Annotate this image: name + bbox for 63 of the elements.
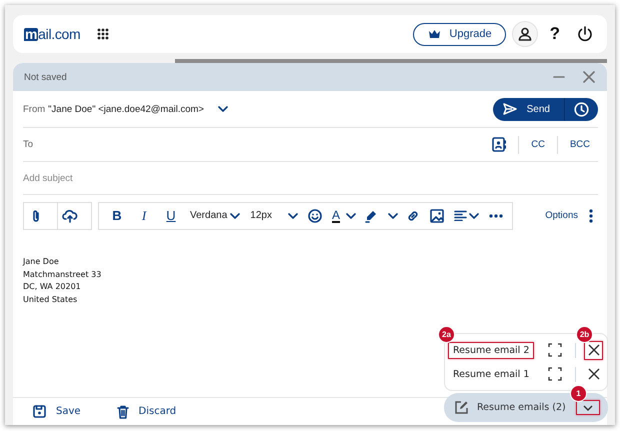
signature-line: DC, WA 20201	[23, 281, 82, 293]
resume-emails-button[interactable]: Resume emails (2)	[454, 400, 566, 415]
align-button[interactable]	[454, 210, 479, 221]
close-button[interactable]	[584, 340, 603, 360]
user-icon	[518, 27, 532, 41]
chevron-down-icon[interactable]	[288, 212, 298, 218]
close-icon	[588, 344, 600, 356]
paperclip-icon	[30, 208, 41, 222]
contact-card-icon[interactable]	[492, 137, 506, 152]
upgrade-button[interactable]: Upgrade	[413, 22, 506, 46]
help-button[interactable]: ?	[550, 24, 560, 44]
draft-status: Not saved	[24, 72, 67, 82]
power-icon[interactable]	[577, 26, 593, 42]
save-button[interactable]: Save	[33, 405, 81, 418]
chevron-down-icon[interactable]	[388, 212, 398, 218]
signature-line: United States	[23, 294, 78, 306]
link-button[interactable]	[406, 208, 420, 222]
from-label: From	[23, 104, 46, 114]
bold-button[interactable]: B	[109, 208, 125, 223]
close-icon[interactable]	[583, 71, 595, 83]
kebab-menu-icon[interactable]	[589, 208, 593, 222]
edit-icon	[454, 400, 469, 415]
marker-icon	[364, 208, 378, 222]
size-dropdown[interactable]: 12px	[250, 210, 298, 221]
font-dropdown[interactable]: Verdana	[190, 210, 240, 221]
resume-draft-item[interactable]: Resume email 2	[448, 342, 534, 358]
highlight-button[interactable]	[364, 208, 378, 222]
signature-line: Matchmanstreet 33	[23, 268, 102, 280]
italic-button[interactable]: I	[136, 208, 152, 224]
image-button[interactable]	[430, 208, 444, 222]
resume-draft-item[interactable]: Resume email 1	[448, 366, 534, 382]
expand-icon[interactable]	[548, 343, 562, 357]
expand-icon[interactable]	[548, 367, 562, 381]
more-icon[interactable]	[488, 214, 503, 218]
apps-grid-icon[interactable]	[97, 28, 110, 40]
discard-button[interactable]: Discard	[116, 404, 176, 418]
smiley-icon	[308, 208, 322, 222]
logo[interactable]: mail.com	[24, 26, 80, 42]
image-icon	[430, 208, 444, 222]
signature-line: Jane Doe	[23, 256, 60, 268]
send-icon	[502, 103, 517, 115]
bcc-button[interactable]: BCC	[570, 139, 590, 150]
chevron-down-icon	[583, 404, 593, 410]
cc-button[interactable]: CC	[531, 139, 545, 150]
close-icon	[588, 368, 600, 380]
text-color-button[interactable]: A	[332, 208, 340, 222]
underline-button[interactable]: U	[163, 208, 179, 223]
cloud-icon	[62, 208, 78, 222]
align-left-icon	[454, 210, 467, 221]
chevron-down-icon[interactable]	[230, 212, 240, 218]
account-button[interactable]	[512, 21, 538, 47]
crown-icon	[428, 29, 442, 39]
sender-address: "Jane Doe" <jane.doe42@mail.com>	[48, 104, 204, 114]
to-label: To	[23, 139, 34, 150]
clock-icon	[574, 102, 589, 116]
options-button[interactable]: Options	[545, 210, 578, 221]
chevron-down-icon[interactable]	[468, 212, 479, 218]
chevron-down-icon[interactable]	[346, 212, 356, 218]
send-button[interactable]: Send	[492, 98, 565, 120]
link-icon	[406, 208, 420, 222]
emoji-button[interactable]	[308, 208, 322, 222]
chevron-down-icon[interactable]	[218, 106, 228, 112]
trash-icon	[116, 404, 129, 418]
